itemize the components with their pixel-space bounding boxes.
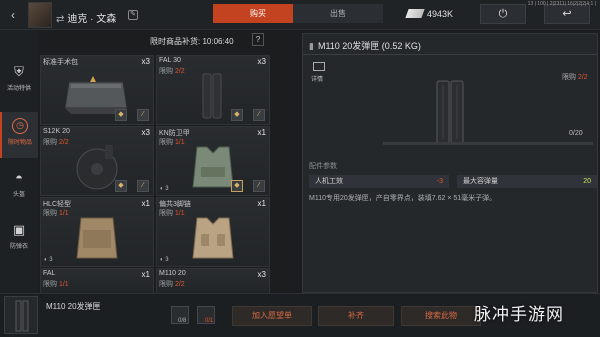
shop-item-card[interactable]: FAL 30 限购 2/2 x3 ◆ ⁄ [156,55,270,125]
refill-button[interactable]: 补齐 [318,306,394,326]
shop-item-card[interactable]: KN防卫甲 限购 1/1 x1 ◐ 3 ◆ ⁄ [156,126,270,196]
selected-item-thumb [4,296,38,334]
item-qty: x3 [141,128,150,137]
item-qty: x1 [257,128,266,137]
item-slot-icon[interactable]: ⁄ [253,109,265,121]
status-text: 13 | 100 | 2|2311| 16|2|2|2|4:1 | [527,1,596,7]
watermark: 脉冲手游网 [474,305,564,325]
item-name: FAL [43,270,56,277]
prop-capacity: 最大容弹量 20 [457,175,597,188]
selected-item-name: M110 20发弹匣 [46,302,101,311]
vest-icon: ▣ [12,222,26,237]
clock-icon: ◷ [12,118,28,134]
currency-icon [405,9,425,18]
item-slot-icon[interactable]: ◆ [115,109,127,121]
top-bar: ‹ ⇄ 迪克 · 文森 ✎ 购买 出售 4943K ⏻ ↩ 13 | 100 | … [0,0,600,30]
sidebar-item-helmet[interactable]: ◓ 头盔 [0,164,38,210]
shop-item-card[interactable]: S12K 20 限购 2/2 x3 ◆ ⁄ [40,126,154,196]
item-name: FAL 30 [159,57,181,64]
magazine-preview-icon [436,80,464,144]
item-limit: 限购 2/2 [159,281,185,288]
sidebar-item-limited[interactable]: ◷ 限时物品 [0,112,38,158]
search-item-button[interactable]: 搜索此物 [401,306,481,326]
shop-item-card[interactable]: FAL 限购 1/1 x1 [40,268,154,294]
stack-count: ◐ 3 [44,257,53,263]
item-slot-icon[interactable]: ⁄ [253,180,265,192]
tab-sell[interactable]: 出售 [293,4,383,23]
detail-limit: 限购 2/2 [562,74,588,81]
stack-count: ◐ 3 [160,186,169,192]
tactical-vest-icon [192,217,234,259]
item-slot-icon[interactable]: ◆ [115,180,127,192]
item-qty: x3 [141,57,150,66]
item-name: M110 20 [159,270,186,277]
item-name: 标准手术包 [43,59,78,66]
return-icon: ↩ [562,8,572,20]
currency-amount: 4943K [427,9,454,19]
divider [303,54,597,55]
player-name: ⇄ 迪克 · 文森 [56,14,117,25]
item-qty: x3 [257,270,266,279]
detail-icon-label: 详情 [311,77,324,83]
props-title: 配件参数 [309,163,337,170]
shop-item-card[interactable]: HLC轻型 限购 1/1 x1 ◐ 3 [40,197,154,267]
restock-timer: 限时商品补货: 10:06:40 [150,37,234,46]
add-wishlist-button[interactable]: 加入愿望单 [232,306,312,326]
detail-stock: 0/20 [569,130,583,137]
item-qty: x1 [257,199,266,208]
plate-carrier-icon [76,217,118,259]
item-qty: x3 [257,57,266,66]
sidebar-item-label: 头盔 [12,192,25,198]
sidebar-item-label: 限时物品 [7,140,32,146]
shop-item-card[interactable]: 标准手术包 x3 ◆ ⁄ [40,55,154,125]
sidebar-item-vest[interactable]: ▣ 防弹衣 [0,216,38,262]
item-slot-icon[interactable]: ◆ [231,109,243,121]
sidebar: ⛨ 活动特供 ◷ 限时物品 ◓ 头盔 ▣ 防弹衣 [0,30,38,337]
magazine-icon [15,300,29,332]
help-button[interactable]: ? [252,33,264,46]
helmet-icon: ◓ [15,170,23,185]
item-qty: x1 [141,270,150,279]
item-name: S12K 20 [43,128,70,135]
safe-box-count: 0/1 [205,318,214,324]
shop-item-card[interactable]: 偏共3脚链 限购 1/1 x1 ◐ 3 [156,197,270,267]
item-detail-panel: ▮ M110 20发弹匣 (0.52 KG) 详情 限购 2/2 0/20 配件参… [302,33,598,293]
item-description: M110专用20发弹匣，产自零界点，装填7.62 × 51毫米子弹。 [309,195,497,202]
detail-title: ▮ M110 20发弹匣 (0.52 KG) [309,41,421,51]
stock-progress-bar [383,142,593,145]
swap-icon[interactable]: ⇄ [56,14,64,25]
prop-ergonomics: 人机工效 -3 [309,175,449,188]
shop-item-card[interactable]: M110 20 限购 2/2 x3 [156,268,270,294]
sidebar-item-label: 活动特供 [6,86,31,92]
item-slot-icon[interactable]: ◆ [231,180,243,192]
stack-count: ◐ 3 [160,257,169,263]
back-arrow-icon[interactable]: ‹ [6,8,20,22]
item-limit: 限购 1/1 [43,281,69,288]
avatar[interactable] [28,2,52,28]
item-slot-icon[interactable]: ⁄ [137,109,149,121]
sidebar-item-events[interactable]: ⛨ 活动特供 [0,58,38,104]
sidebar-item-label: 防弹衣 [9,244,28,250]
item-qty: x1 [141,199,150,208]
power-button[interactable]: ⏻ [480,4,526,24]
info-card-icon[interactable] [313,62,325,71]
shop-header: 限时商品补货: 10:06:40 ? [40,33,270,49]
tab-buy[interactable]: 购买 [213,4,303,23]
edit-icon[interactable]: ✎ [128,10,138,20]
return-button[interactable]: ↩ [544,4,590,24]
bag-count: 0/8 [178,318,187,324]
item-slot-icon[interactable]: ⁄ [137,180,149,192]
medal-icon: ⛨ [14,64,24,79]
magazine-icon: ▮ [309,41,314,51]
power-icon: ⏻ [498,8,508,20]
